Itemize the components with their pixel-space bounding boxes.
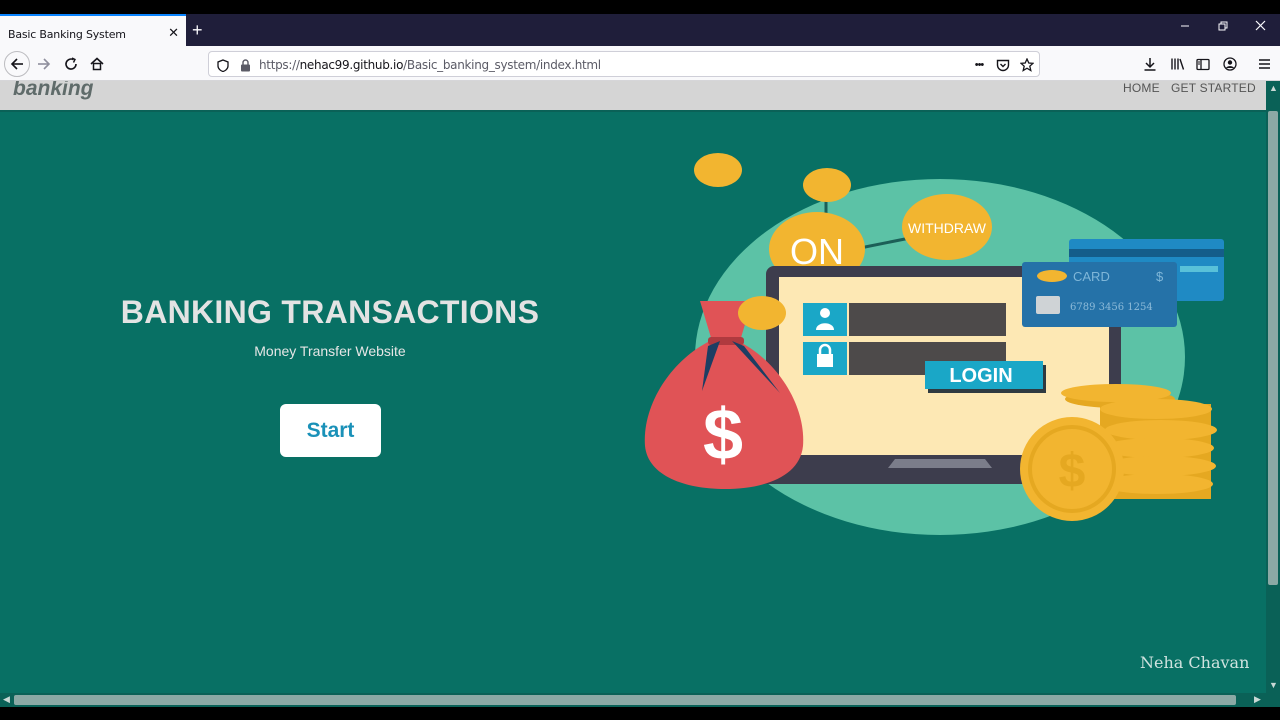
close-window-icon[interactable]	[1255, 20, 1266, 33]
scroll-left-icon[interactable]: ◀	[3, 695, 10, 704]
pocket-icon[interactable]	[995, 57, 1011, 73]
scroll-down-icon[interactable]: ▼	[1269, 681, 1278, 690]
nav-get-started-link[interactable]: GET STARTED	[1171, 81, 1256, 95]
page-actions-icon[interactable]: •••	[971, 57, 987, 73]
author-watermark: Neha Chavan	[1140, 653, 1250, 672]
coin-bubble	[803, 168, 851, 202]
back-button[interactable]	[4, 51, 30, 77]
url-path: /Basic_banking_system/index.html	[403, 58, 601, 72]
url-prefix: https://	[259, 58, 300, 72]
bookmark-star-icon[interactable]	[1019, 57, 1035, 73]
scroll-up-icon[interactable]: ▲	[1269, 84, 1278, 93]
url-text: https://nehac99.github.io/Basic_banking_…	[259, 58, 601, 72]
on-bubble-label: ON	[790, 231, 844, 272]
horizontal-scroll-thumb[interactable]	[14, 695, 1236, 705]
coin-bubble	[694, 153, 742, 187]
banking-illustration: ON WITHDRAW LOGIN CARD $ 6789 3456 1254 …	[644, 153, 1224, 535]
home-button[interactable]	[87, 54, 107, 74]
site-navbar: banking HOME GET STARTED	[0, 81, 1266, 112]
hero-subtitle: Money Transfer Website	[254, 343, 406, 359]
vertical-scrollbar[interactable]: ▲ ▼	[1266, 81, 1280, 693]
reload-icon	[65, 57, 77, 70]
sidebar-icon[interactable]	[1194, 55, 1212, 73]
close-tab-icon[interactable]: ✕	[168, 26, 179, 39]
tab-title: Basic Banking System	[8, 28, 126, 41]
card-label: CARD	[1073, 269, 1110, 284]
arrow-right-icon	[38, 58, 51, 70]
start-button[interactable]: Start	[280, 404, 381, 457]
menu-icon[interactable]	[1255, 55, 1273, 73]
restore-icon[interactable]	[1218, 20, 1228, 33]
home-icon	[90, 57, 104, 71]
tab-strip: Basic Banking System ✕ +	[0, 14, 1280, 46]
downloads-icon[interactable]	[1141, 55, 1159, 73]
tab-basic-banking[interactable]: Basic Banking System ✕	[0, 14, 186, 46]
account-icon[interactable]	[1221, 55, 1239, 73]
arrow-left-icon	[10, 58, 23, 70]
reload-button[interactable]	[61, 54, 81, 74]
shield-icon[interactable]	[215, 57, 231, 73]
browser-window: Basic Banking System ✕ + https://nehac99…	[0, 0, 1280, 720]
card-chip	[1036, 296, 1060, 314]
brand-logo[interactable]: banking	[13, 81, 94, 101]
user-field-icon-box	[803, 303, 847, 336]
new-tab-button[interactable]: +	[192, 21, 203, 39]
nav-home-link[interactable]: HOME	[1123, 81, 1160, 95]
card-currency: $	[1156, 269, 1164, 284]
url-host: nehac99.github.io	[299, 58, 404, 72]
forward-button[interactable]	[34, 54, 54, 74]
money-bag-dollar: $	[703, 395, 743, 475]
horizontal-scrollbar[interactable]: ◀ ▶	[0, 693, 1266, 707]
withdraw-bubble-label: WITHDRAW	[908, 220, 987, 236]
login-label: LOGIN	[949, 365, 1012, 387]
scroll-right-icon[interactable]: ▶	[1254, 695, 1261, 704]
big-coin-dollar: $	[1059, 445, 1086, 498]
address-bar[interactable]: https://nehac99.github.io/Basic_banking_…	[208, 51, 1040, 77]
library-icon[interactable]	[1168, 55, 1186, 73]
vertical-scroll-thumb[interactable]	[1268, 111, 1278, 585]
minimize-icon[interactable]	[1180, 20, 1190, 33]
card-number: 6789 3456 1254	[1070, 302, 1153, 313]
nav-toolbar: https://nehac99.github.io/Basic_banking_…	[0, 46, 1280, 81]
user-field	[849, 303, 1006, 336]
hero-title: BANKING TRANSACTIONS	[120, 294, 540, 330]
scrollbar-corner	[1266, 693, 1280, 707]
lock-icon[interactable]	[237, 57, 253, 73]
page-content: banking HOME GET STARTED BANKING TRANSAC…	[0, 81, 1266, 693]
